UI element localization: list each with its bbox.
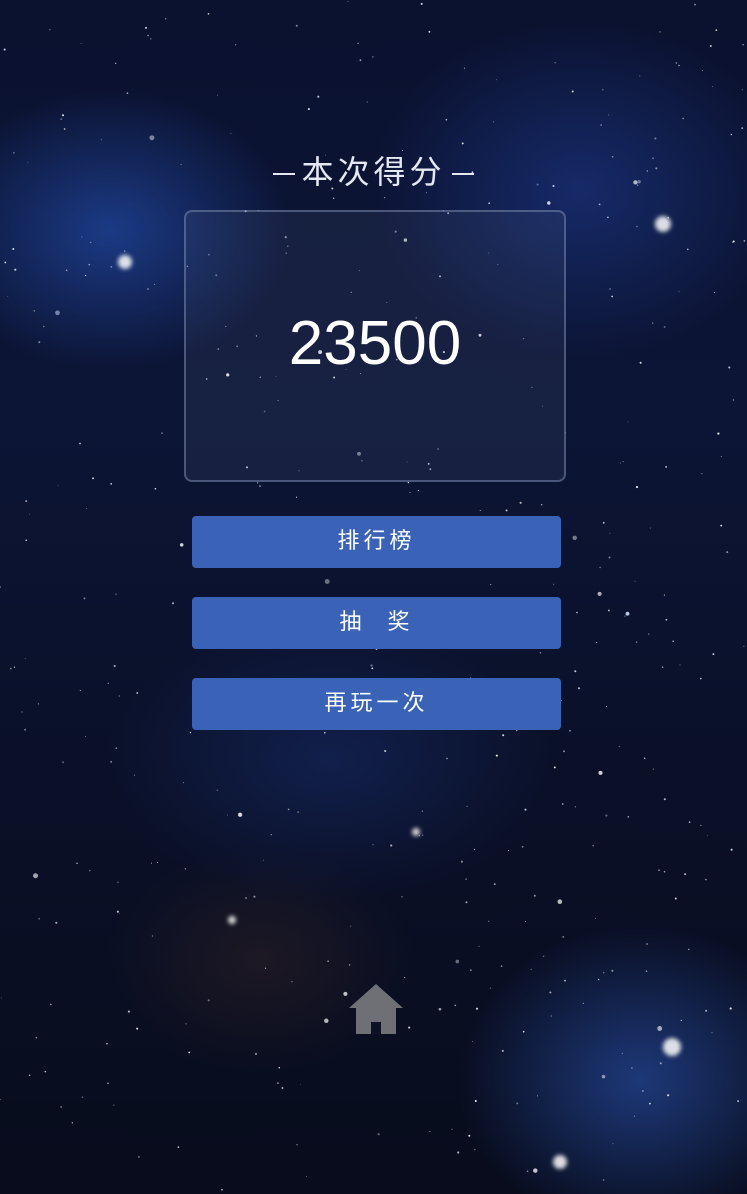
score-title-text: 本次得分: [301, 153, 446, 191]
score-title: 本次得分: [0, 150, 747, 194]
score-panel: 23500: [184, 210, 566, 482]
home-button[interactable]: [347, 982, 405, 1036]
home-icon: [349, 984, 403, 1034]
lottery-button[interactable]: 抽 奖: [192, 597, 561, 649]
title-left-dash: [273, 173, 296, 175]
play-again-button[interactable]: 再玩一次: [192, 678, 561, 730]
leaderboard-button[interactable]: 排行榜: [192, 516, 561, 568]
score-value: 23500: [288, 309, 462, 378]
title-right-dash: [451, 173, 474, 175]
